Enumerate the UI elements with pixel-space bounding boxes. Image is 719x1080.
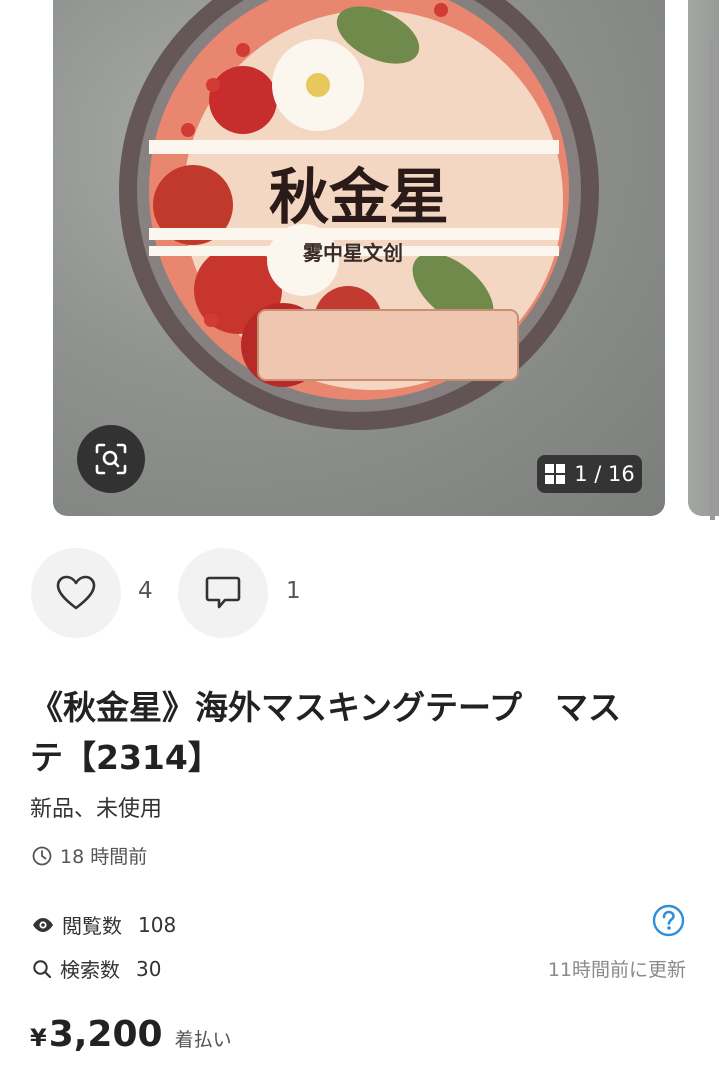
price-amount: 3,200	[48, 1014, 163, 1055]
posted-time: 18 時間前	[32, 842, 147, 869]
photo-counter[interactable]: 1 / 16	[537, 455, 642, 493]
updated-time: 11時間前に更新	[547, 959, 686, 981]
like-button[interactable]	[31, 548, 121, 638]
item-title-line1: 《秋金星》海外マスキングテープ マス	[30, 688, 622, 727]
help-button[interactable]	[652, 904, 685, 941]
photo-counter-text: 1 / 16	[574, 462, 635, 486]
image-carousel[interactable]: 秋金星 雾中星文创 1 / 16	[0, 0, 719, 520]
lens-scan-icon	[95, 443, 127, 475]
views-count: 108	[138, 912, 177, 937]
scrollbar[interactable]	[710, 40, 715, 520]
views-stat: 閲覧数 108	[32, 910, 176, 939]
item-title-line2: テ【2314】	[30, 738, 221, 777]
price: ¥ 3,200 着払い	[30, 1014, 232, 1055]
search-label: 検索数	[60, 958, 120, 982]
views-label: 閲覧数	[62, 914, 122, 938]
image-search-button[interactable]	[77, 425, 145, 493]
grid-icon	[545, 464, 566, 484]
posted-time-text: 18 時間前	[60, 846, 148, 868]
search-count: 30	[136, 956, 162, 981]
comment-count: 1	[286, 578, 301, 604]
product-photo[interactable]: 秋金星 雾中星文创	[53, 0, 665, 516]
comment-button[interactable]	[178, 548, 268, 638]
search-stat: 検索数 30	[32, 954, 161, 983]
tape-title-text: 秋金星	[269, 163, 449, 233]
shipping-terms: 着払い	[174, 1029, 232, 1051]
tape-subtitle-text: 雾中星文创	[303, 241, 403, 265]
heart-icon	[56, 575, 96, 610]
comment-icon	[205, 576, 241, 609]
search-icon	[33, 959, 52, 978]
eye-icon	[33, 917, 53, 932]
like-count: 4	[138, 578, 153, 604]
clock-icon	[32, 846, 52, 865]
item-condition: 新品、未使用	[30, 797, 163, 822]
item-title: 《秋金星》海外マスキングテープ マス テ【2314】	[30, 683, 670, 783]
question-circle-icon	[652, 904, 685, 937]
washi-tape-illustration: 秋金星 雾中星文创	[119, 0, 599, 430]
currency-symbol: ¥	[30, 1024, 47, 1052]
